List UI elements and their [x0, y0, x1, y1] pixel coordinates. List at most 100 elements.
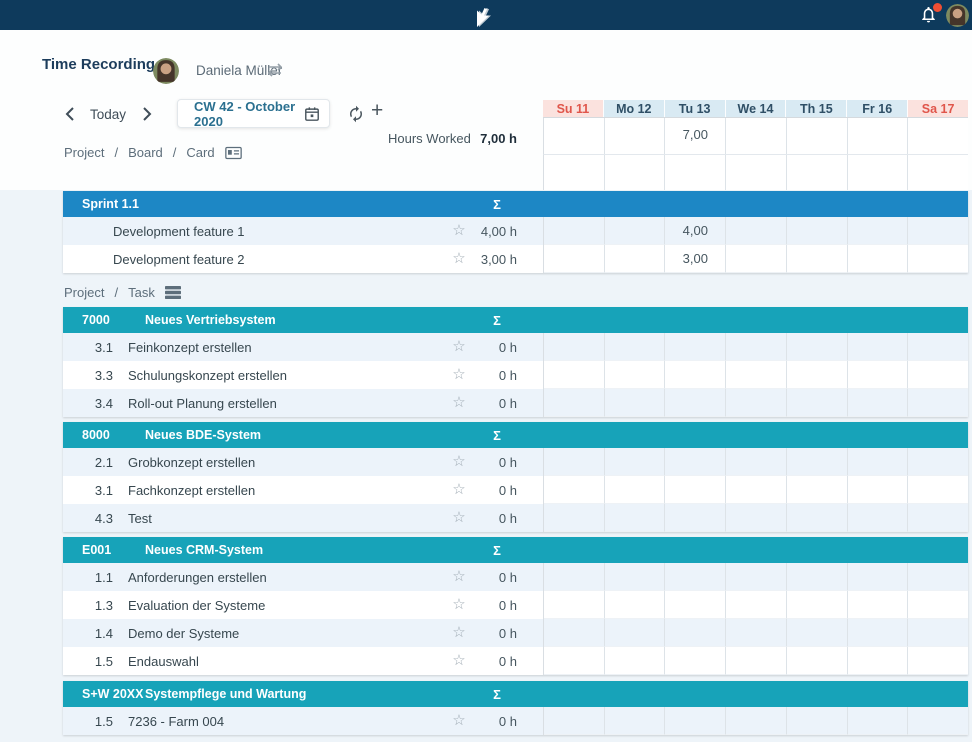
day-header-thursday[interactable]: Th 15: [785, 100, 846, 117]
day-cell[interactable]: [725, 389, 786, 417]
day-cell[interactable]: [725, 476, 786, 504]
day-cell[interactable]: [604, 707, 665, 735]
day-cell[interactable]: [544, 504, 604, 532]
day-cell[interactable]: [544, 619, 604, 647]
day-cell[interactable]: [604, 389, 665, 417]
favorite-star-icon[interactable]: ☆: [451, 454, 467, 470]
day-cell[interactable]: [847, 217, 908, 245]
next-week-button[interactable]: [140, 106, 154, 122]
breadcrumb-item-project[interactable]: Project: [64, 145, 104, 160]
day-cell[interactable]: [725, 563, 786, 591]
day-cell[interactable]: [786, 389, 847, 417]
day-cell[interactable]: [725, 504, 786, 532]
task-row[interactable]: 4.3 Test ☆ 0 h: [63, 504, 968, 532]
day-cell[interactable]: [544, 448, 604, 476]
day-cell[interactable]: [664, 448, 725, 476]
day-header-monday[interactable]: Mo 12: [603, 100, 664, 117]
favorite-star-icon[interactable]: ☆: [451, 510, 467, 526]
day-cell[interactable]: [907, 389, 968, 417]
task-row[interactable]: 1.5 7236 - Farm 004 ☆ 0 h: [63, 707, 968, 735]
day-cell[interactable]: [786, 245, 847, 273]
day-cell[interactable]: [907, 333, 968, 361]
day-header-sunday[interactable]: Su 11: [543, 100, 603, 117]
day-cell[interactable]: [725, 619, 786, 647]
day-cell[interactable]: [664, 476, 725, 504]
day-cell[interactable]: [544, 647, 604, 675]
day-cell[interactable]: [725, 245, 786, 273]
day-cell[interactable]: [544, 361, 604, 389]
task-group-header[interactable]: S+W 20XX Systempflege und Wartung Σ: [63, 681, 968, 707]
day-cell[interactable]: [725, 647, 786, 675]
favorite-star-icon[interactable]: ☆: [451, 569, 467, 585]
day-cell[interactable]: [725, 217, 786, 245]
day-cell[interactable]: [847, 476, 908, 504]
day-header-friday[interactable]: Fr 16: [846, 100, 907, 117]
favorite-star-icon[interactable]: ☆: [451, 653, 467, 669]
day-header-tuesday[interactable]: Tu 13: [664, 100, 725, 117]
day-cell[interactable]: [544, 591, 604, 619]
day-cell[interactable]: [544, 563, 604, 591]
day-cell[interactable]: [847, 333, 908, 361]
refresh-icon[interactable]: [347, 105, 365, 123]
day-cell[interactable]: [907, 563, 968, 591]
task-row[interactable]: 2.1 Grobkonzept erstellen ☆ 0 h: [63, 448, 968, 476]
day-cell[interactable]: [604, 647, 665, 675]
board-row[interactable]: Development feature 1 ☆ 4,00 h 4,00: [63, 217, 968, 245]
favorite-star-icon[interactable]: ☆: [451, 482, 467, 498]
day-cell[interactable]: [664, 504, 725, 532]
task-row[interactable]: 3.3 Schulungskonzept erstellen ☆ 0 h: [63, 361, 968, 389]
day-cell[interactable]: [604, 591, 665, 619]
breadcrumb-item-board[interactable]: Board: [128, 145, 163, 160]
favorite-star-icon[interactable]: ☆: [451, 251, 467, 267]
day-cell[interactable]: [664, 707, 725, 735]
favorite-star-icon[interactable]: ☆: [451, 713, 467, 729]
day-cell[interactable]: [786, 333, 847, 361]
day-cell[interactable]: [725, 707, 786, 735]
day-cell[interactable]: [907, 245, 968, 273]
day-cell[interactable]: [725, 591, 786, 619]
task-row[interactable]: 3.1 Fachkonzept erstellen ☆ 0 h: [63, 476, 968, 504]
day-cell[interactable]: [907, 504, 968, 532]
notifications-bell-icon[interactable]: [919, 5, 939, 27]
day-cell[interactable]: [786, 647, 847, 675]
day-cell[interactable]: [604, 619, 665, 647]
day-cell[interactable]: [604, 448, 665, 476]
task-row[interactable]: 1.3 Evaluation der Systeme ☆ 0 h: [63, 591, 968, 619]
day-cell[interactable]: [847, 707, 908, 735]
day-cell[interactable]: [544, 245, 604, 273]
day-cell[interactable]: [664, 619, 725, 647]
task-row[interactable]: 3.1 Feinkonzept erstellen ☆ 0 h: [63, 333, 968, 361]
day-cell[interactable]: [725, 333, 786, 361]
task-group-header[interactable]: 8000 Neues BDE-System Σ: [63, 422, 968, 448]
board-section-header[interactable]: Sprint 1.1 Σ: [63, 191, 968, 217]
task-row[interactable]: 1.1 Anforderungen erstellen ☆ 0 h: [63, 563, 968, 591]
day-cell[interactable]: [544, 476, 604, 504]
day-cell[interactable]: [544, 217, 604, 245]
day-cell[interactable]: [604, 217, 665, 245]
switch-user-icon[interactable]: [266, 63, 284, 77]
day-cell[interactable]: [725, 361, 786, 389]
task-row[interactable]: 3.4 Roll-out Planung erstellen ☆ 0 h: [63, 389, 968, 417]
day-cell[interactable]: [544, 389, 604, 417]
day-cell[interactable]: [786, 476, 847, 504]
day-cell[interactable]: [847, 245, 908, 273]
day-cell[interactable]: [786, 591, 847, 619]
day-cell[interactable]: [907, 647, 968, 675]
breadcrumb-item-project[interactable]: Project: [64, 285, 104, 300]
day-cell[interactable]: [847, 389, 908, 417]
day-cell[interactable]: [907, 217, 968, 245]
day-cell[interactable]: [847, 361, 908, 389]
day-cell[interactable]: [907, 361, 968, 389]
task-group-header[interactable]: E001 Neues CRM-System Σ: [63, 537, 968, 563]
day-header-wednesday[interactable]: We 14: [725, 100, 786, 117]
breadcrumb-item-task[interactable]: Task: [128, 285, 155, 300]
favorite-star-icon[interactable]: ☆: [451, 625, 467, 641]
day-cell[interactable]: [847, 448, 908, 476]
day-cell[interactable]: [847, 563, 908, 591]
breadcrumb-item-card[interactable]: Card: [186, 145, 214, 160]
day-cell[interactable]: [907, 707, 968, 735]
favorite-star-icon[interactable]: ☆: [451, 223, 467, 239]
favorite-star-icon[interactable]: ☆: [451, 339, 467, 355]
day-cell[interactable]: [544, 707, 604, 735]
day-cell[interactable]: [664, 591, 725, 619]
